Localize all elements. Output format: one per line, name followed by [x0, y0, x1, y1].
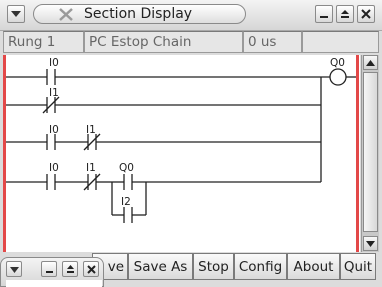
minimize-button[interactable] — [315, 5, 333, 23]
section-display-window: Section Display Rung 1 PC Estop Chain 0 … — [0, 0, 382, 287]
title-pill[interactable]: Section Display — [33, 4, 246, 24]
window-menu-icon — [11, 11, 21, 17]
rung4-contact-b-label: I1 — [86, 162, 96, 174]
rung4-contact-c — [123, 174, 133, 190]
title-bar: Section Display — [0, 0, 382, 31]
rung4-contact-a — [46, 174, 56, 190]
rung1-contact-label: I0 — [49, 57, 59, 69]
maximize-button[interactable] — [336, 5, 354, 23]
rung2-contact-label: I1 — [49, 87, 59, 99]
mini-maximize-button[interactable] — [62, 261, 78, 277]
close-button[interactable] — [357, 5, 375, 23]
window-title: Section Display — [84, 6, 193, 22]
quit-button[interactable]: Quit — [340, 253, 376, 280]
rung4-parallel-contact — [123, 207, 133, 223]
rung1-contact — [46, 69, 56, 85]
ladder-diagram: I0 Q0 I1 I0 I1 I0 I1 Q0 I2 — [6, 57, 356, 223]
mini-window-menu-button[interactable] — [6, 261, 22, 277]
vertical-scrollbar[interactable] — [361, 55, 379, 252]
rung1-coil — [329, 68, 347, 86]
rung4-contact-c-label: Q0 — [119, 162, 134, 174]
rung3-contact-a-label: I0 — [49, 124, 59, 136]
scroll-thumb[interactable] — [363, 72, 378, 232]
save-as-button[interactable]: Save As — [128, 253, 193, 280]
about-button[interactable]: About — [287, 253, 340, 280]
mini-window-body — [6, 280, 102, 287]
rung-field: Rung 1 — [3, 31, 84, 53]
rung4-contact-a-label: I0 — [49, 162, 59, 174]
mini-close-button[interactable] — [83, 261, 99, 277]
scroll-down-button[interactable] — [363, 236, 378, 251]
status-extra-field — [302, 31, 379, 53]
window-menu-icon — [9, 266, 19, 273]
config-button[interactable]: Config — [234, 253, 287, 280]
window-menu-button[interactable] — [7, 5, 25, 23]
close-icon — [361, 9, 371, 19]
stop-button[interactable]: Stop — [193, 253, 234, 280]
minimize-icon — [320, 16, 328, 18]
scroll-up-button[interactable] — [363, 55, 378, 70]
rung3-contact-b-label: I1 — [86, 124, 96, 136]
rung4-parallel-label: I2 — [121, 196, 131, 208]
scroll-up-icon — [366, 59, 375, 66]
mini-minimize-button[interactable] — [41, 261, 57, 277]
maximize-icon — [66, 264, 74, 273]
rung3-contact-a — [46, 134, 56, 150]
close-icon — [86, 264, 96, 274]
close-x-icon — [59, 8, 73, 21]
minimize-icon — [45, 270, 53, 273]
time-field: 0 us — [243, 31, 302, 53]
comment-field: PC Estop Chain — [84, 31, 243, 53]
maximize-icon — [341, 10, 349, 18]
scroll-down-icon — [366, 240, 375, 247]
right-rail — [356, 55, 359, 252]
rung1-coil-label: Q0 — [330, 57, 345, 69]
